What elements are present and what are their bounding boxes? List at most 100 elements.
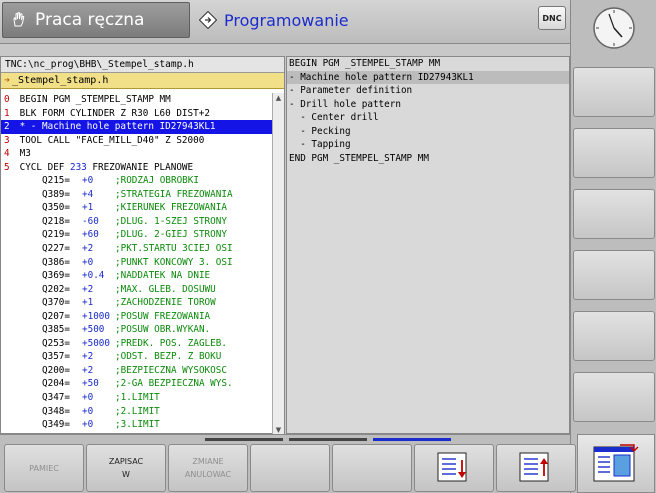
program-line[interactable]: 3 TOOL CALL "FACE_MILL_D40" Z S2000 (1, 134, 274, 148)
softkey-page-up[interactable] (496, 444, 576, 492)
program-line-parameter[interactable]: Q227= +2 ;PKT.STARTU 3CIEJ OSI (1, 242, 274, 256)
program-line[interactable]: 5 CYCL DEF 233 FREZOWANIE PLANOWE (1, 161, 274, 175)
program-line-parameter[interactable]: Q348= +0 ;2.LIMIT (1, 405, 274, 419)
file-name: _Stempel_stamp.h (12, 75, 109, 86)
softkey-empty-5[interactable] (332, 444, 412, 492)
page-down-icon (437, 452, 467, 482)
param-name: Q218= (42, 215, 70, 227)
vertical-softkey-3[interactable] (573, 189, 655, 239)
param-value: +1 (82, 297, 94, 309)
param-name: Q370= (42, 297, 70, 309)
program-line-parameter[interactable]: Q357= +2 ;ODST. BEZP. Z BOKU (1, 350, 274, 364)
mode-tab-programming[interactable]: Programowanie (192, 2, 472, 38)
softkey-row-indicator-1 (205, 438, 283, 441)
param-comment: ;2.LIMIT (115, 405, 160, 417)
program-line-parameter[interactable]: Q253= +5000 ;PREDK. POS. ZAGLEB. (1, 337, 274, 351)
softkey-window-layout[interactable] (577, 434, 655, 493)
softkey-empty-4[interactable] (250, 444, 330, 492)
clock-icon (593, 7, 635, 49)
vertical-softkey-4[interactable] (573, 250, 655, 300)
program-line-parameter[interactable]: Q369= +0.4 ;NADDATEK NA DNIE (1, 269, 274, 283)
mode-manual-label: Praca ręczna (35, 10, 145, 30)
program-editor[interactable]: TNC:\nc_prog\BHB\_Stempel_stamp.h ➔ _Ste… (0, 56, 285, 435)
param-value: +0 (82, 256, 94, 268)
structure-line[interactable]: END PGM _STEMPEL_STAMP MM (287, 152, 569, 166)
param-comment: ;PREDK. POS. ZAGLEB. (115, 337, 227, 349)
structure-line-selected[interactable]: - Machine hole pattern ID27943KL1 (287, 70, 569, 84)
program-scrollbar[interactable]: ▲ ▼ (272, 93, 284, 435)
programming-icon (198, 10, 218, 30)
structure-line[interactable]: - Tapping (287, 138, 569, 152)
param-value: +5000 (82, 337, 110, 349)
program-line-parameter[interactable]: Q386= +0 ;PUNKT KONCOWY 3. OSI (1, 256, 274, 270)
param-comment: ;DLUG. 2-GIEJ STRONY (115, 229, 227, 241)
param-comment: ;KIERUNEK FREZOWANIA (115, 202, 227, 214)
param-name: Q253= (42, 337, 70, 349)
vertical-softkey-6[interactable] (573, 372, 655, 422)
page-up-icon (519, 452, 549, 482)
program-line-parameter[interactable]: Q389= +4 ;STRATEGIA FREZOWANIA (1, 188, 274, 202)
param-value: +50 (82, 378, 99, 390)
param-comment: ;PUNKT KONCOWY 3. OSI (115, 256, 233, 268)
arrow-right-icon: ➔ (4, 75, 11, 86)
param-value: +60 (82, 229, 99, 241)
softkey-zmiane-anulowac[interactable]: ZMIANE ANULOWAC (168, 444, 248, 492)
vertical-softkey-5[interactable] (573, 311, 655, 361)
program-line[interactable]: 1 BLK FORM CYLINDER Z R30 L60 DIST+2 (1, 107, 274, 121)
structure-line[interactable]: BEGIN PGM _STEMPEL_STAMP MM (287, 57, 569, 71)
dnc-button[interactable]: DNC (538, 6, 566, 30)
param-comment: ;DLUG. 1-SZEJ STRONY (115, 215, 227, 227)
param-value: +500 (82, 324, 105, 336)
program-line-parameter[interactable]: Q207= +1000 ;POSUW FREZOWANIA (1, 310, 274, 324)
structure-line[interactable]: - Center drill (287, 111, 569, 125)
program-line-selected[interactable]: 2 * - Machine hole pattern ID27943KL1 (1, 120, 274, 134)
param-comment: ;PKT.STARTU 3CIEJ OSI (115, 243, 233, 255)
param-value: +0 (82, 175, 94, 187)
window-layout-icon (593, 443, 639, 481)
softkey-page-down[interactable] (414, 444, 494, 492)
param-value: -60 (82, 215, 99, 227)
program-line-parameter[interactable]: Q385= +500 ;POSUW OBR.WYKAN. (1, 323, 274, 337)
param-comment: ;BEZPIECZNA WYSOKOSC (115, 364, 227, 376)
param-comment: ;ZACHODZENIE TOROW (115, 297, 216, 309)
param-value: +4 (82, 188, 94, 200)
param-name: Q202= (42, 283, 70, 295)
program-line-parameter[interactable]: Q347= +0 ;1.LIMIT (1, 391, 274, 405)
param-name: Q386= (42, 256, 70, 268)
param-name: Q204= (42, 378, 70, 390)
param-comment: ;RODZAJ OBROBKI (115, 175, 199, 187)
vertical-softkey-1[interactable] (573, 67, 655, 117)
param-name: Q215= (42, 175, 70, 187)
structure-line[interactable]: - Parameter definition (287, 84, 569, 98)
param-value: +0 (82, 392, 94, 404)
program-line-parameter[interactable]: Q202= +2 ;MAX. GLEB. DOSUWU (1, 283, 274, 297)
softkey-zapisac[interactable]: ZAPISAC W (86, 444, 166, 492)
param-value: +1 (82, 202, 94, 214)
program-line-parameter[interactable]: Q215= +0 ;RODZAJ OBROBKI (1, 174, 274, 188)
param-name: Q207= (42, 310, 70, 322)
param-value: +2 (82, 243, 94, 255)
param-value: +0.4 (82, 270, 105, 282)
mode-tab-manual[interactable]: Praca ręczna (2, 2, 190, 38)
program-line-parameter[interactable]: Q349= +0 ;3.LIMIT (1, 418, 274, 432)
param-comment: ;POSUW OBR.WYKAN. (115, 324, 211, 336)
structure-view[interactable]: BEGIN PGM _STEMPEL_STAMP MM - Machine ho… (286, 56, 570, 434)
softkey-pamiec[interactable]: PAMIEC (4, 444, 84, 492)
program-line-parameter[interactable]: Q219= +60 ;DLUG. 2-GIEJ STRONY (1, 228, 274, 242)
vertical-softkey-2[interactable] (573, 128, 655, 178)
param-comment: ;NADDATEK NA DNIE (115, 270, 211, 282)
param-comment: ;ODST. BEZP. Z BOKU (115, 351, 222, 363)
program-line-parameter[interactable]: Q350= +1 ;KIERUNEK FREZOWANIA (1, 201, 274, 215)
program-line-parameter[interactable]: Q204= +50 ;2-GA BEZPIECZNA WYS. (1, 377, 274, 391)
program-line[interactable]: 4 M3 (1, 147, 274, 161)
program-line-parameter[interactable]: Q370= +1 ;ZACHODZENIE TOROW (1, 296, 274, 310)
param-comment: ;STRATEGIA FREZOWANIA (115, 188, 233, 200)
program-line[interactable]: 0 BEGIN PGM _STEMPEL_STAMP MM (1, 93, 274, 107)
scroll-up-icon[interactable]: ▲ (273, 93, 284, 103)
program-lines[interactable]: 0 BEGIN PGM _STEMPEL_STAMP MM 1 BLK FORM… (1, 93, 274, 435)
program-line-parameter[interactable]: Q218= -60 ;DLUG. 1-SZEJ STRONY (1, 215, 274, 229)
structure-line[interactable]: - Pecking (287, 125, 569, 139)
param-name: Q219= (42, 229, 70, 241)
structure-line[interactable]: - Drill hole pattern (287, 98, 569, 112)
program-line-parameter[interactable]: Q200= +2 ;BEZPIECZNA WYSOKOSC (1, 364, 274, 378)
